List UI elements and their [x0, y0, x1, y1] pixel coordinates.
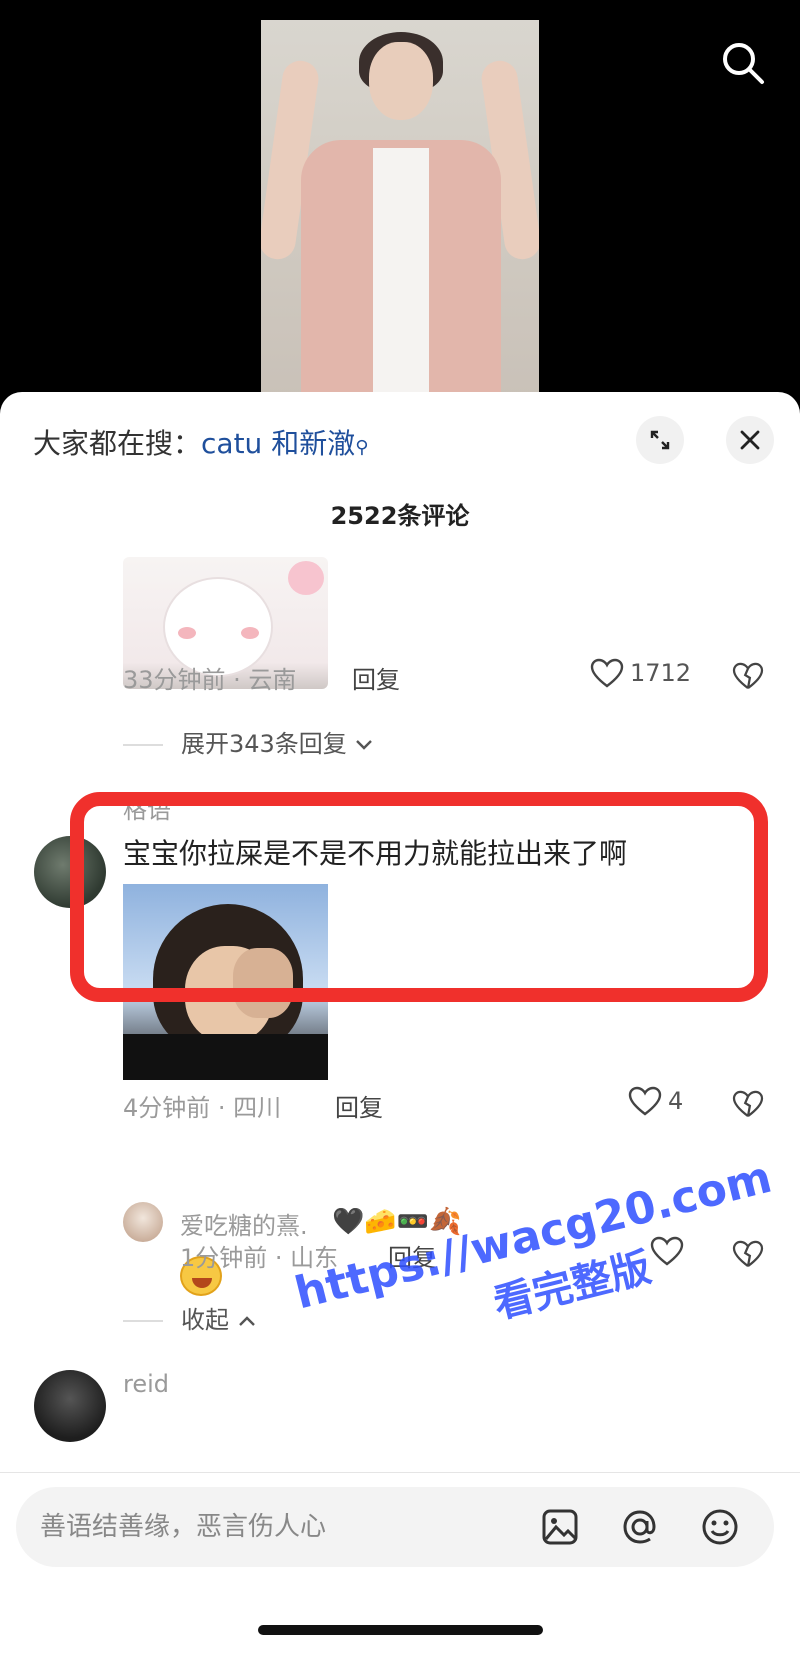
comment-time-location: 4分钟前 · 四川 — [123, 1094, 282, 1122]
close-icon — [740, 430, 760, 450]
expand-icon — [650, 430, 670, 450]
video-frame — [261, 20, 539, 400]
comment-username[interactable]: reid — [123, 1370, 169, 1398]
person-face — [369, 42, 433, 120]
image-icon[interactable] — [536, 1503, 584, 1551]
sticker-cheek — [178, 627, 196, 639]
chevron-up-icon — [238, 1316, 255, 1326]
person-shirt — [373, 148, 429, 400]
reply-button[interactable]: 回复 — [352, 660, 400, 695]
collapse-replies-button[interactable]: 收起 — [123, 1300, 257, 1335]
avatar[interactable] — [34, 1370, 106, 1442]
divider — [0, 1472, 800, 1473]
emoji-icon[interactable] — [696, 1503, 744, 1551]
trending-prefix: 大家都在搜： — [33, 427, 202, 460]
sticker-cheek — [241, 627, 259, 639]
trending-keyword[interactable]: catu 和新澈 — [201, 427, 355, 460]
broken-heart-icon — [732, 1090, 764, 1118]
search-icon: ⚲ — [355, 437, 369, 458]
chevron-down-icon — [356, 740, 373, 750]
home-indicator[interactable] — [258, 1625, 543, 1635]
heart-icon — [628, 1086, 662, 1116]
expand-replies-label: 展开343条回复 — [181, 730, 347, 758]
broken-heart-icon — [732, 662, 764, 690]
dislike-button[interactable] — [732, 662, 764, 694]
expand-button[interactable] — [636, 416, 684, 464]
reply-button[interactable]: 回复 — [335, 1088, 383, 1123]
at-icon[interactable] — [616, 1503, 664, 1551]
like-count: 4 — [668, 1087, 684, 1115]
divider-dash — [123, 744, 163, 746]
trending-search[interactable]: 大家都在搜：catu 和新澈⚲ — [33, 422, 368, 462]
comments-count: 2522条评论 — [330, 502, 470, 530]
divider-dash — [123, 1320, 163, 1322]
close-button[interactable] — [726, 416, 774, 464]
photo-jacket — [123, 1034, 328, 1080]
collapse-label: 收起 — [181, 1306, 229, 1334]
highlight-box — [70, 792, 768, 1002]
like-button[interactable]: 4 — [628, 1086, 683, 1116]
comment-sheet: 大家都在搜：catu 和新澈⚲ 2522条评论 33分钟前 · 云南 回复 17… — [0, 392, 800, 1657]
expand-replies-button[interactable]: 展开343条回复 — [123, 724, 374, 759]
comment-input[interactable] — [40, 1505, 520, 1549]
video-player[interactable] — [0, 0, 800, 400]
reply-username[interactable]: 爱吃糖的熹. — [180, 1206, 308, 1241]
search-icon[interactable] — [720, 40, 766, 86]
heart-icon — [590, 658, 624, 688]
comment-input-bar — [16, 1487, 774, 1567]
avatar[interactable] — [123, 1202, 163, 1242]
like-count: 1712 — [630, 659, 692, 687]
like-button[interactable]: 1712 — [590, 658, 691, 688]
sticker-bow — [288, 561, 324, 595]
comment-time-location: 33分钟前 · 云南 — [123, 666, 297, 694]
dislike-button[interactable] — [732, 1090, 764, 1122]
